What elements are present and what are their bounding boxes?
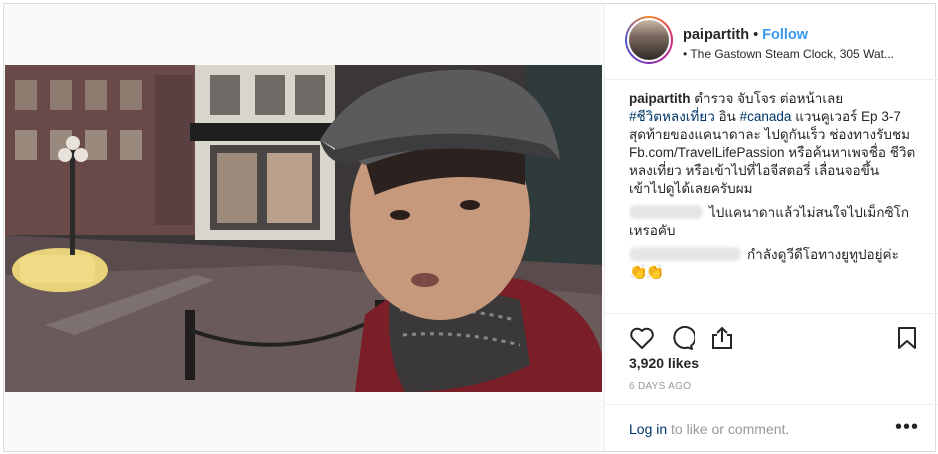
action-bar xyxy=(605,313,938,359)
video-frame xyxy=(5,65,602,392)
likes-count[interactable]: 3,920 likes xyxy=(629,355,699,371)
login-suffix: to like or comment. xyxy=(667,421,790,437)
header-user-line: paipartith • Follow xyxy=(683,27,808,43)
header-username[interactable]: paipartith xyxy=(683,27,749,43)
caption-username[interactable]: paipartith xyxy=(629,91,691,106)
hashtag-link[interactable]: #canada xyxy=(740,109,792,124)
login-link[interactable]: Log in xyxy=(629,421,667,437)
comment-username-redacted[interactable] xyxy=(629,205,703,219)
share-icon[interactable] xyxy=(709,326,735,355)
media-area xyxy=(4,4,604,451)
comment-username-redacted[interactable] xyxy=(629,247,741,261)
comment-text: กำลังดูวีดีโอทางยูทูปอยู่ค่ะ xyxy=(747,247,899,262)
comment-item: กำลังดูวีดีโอทางยูทูปอยู่ค่ะ 👏👏 xyxy=(629,246,917,282)
post-header: paipartith • Follow • The Gastown Steam Cl… xyxy=(605,4,938,80)
caption-text-1: ตำรวจ จับโจร ต่อหน้าเลย xyxy=(690,91,844,106)
caption-text-2: อิน xyxy=(714,109,740,124)
heart-icon[interactable] xyxy=(629,326,655,355)
bookmark-icon[interactable] xyxy=(895,326,919,355)
post-card: paipartith • Follow • The Gastown Steam Cl… xyxy=(3,3,938,452)
caption: paipartith ตำรวจ จับโจร ต่อหน้าเลย #ชีวิ… xyxy=(629,90,917,198)
hashtag-link[interactable]: #ชีวิตหลงเที่ยว xyxy=(629,109,715,124)
follow-button[interactable]: Follow xyxy=(762,27,808,43)
login-prompt: Log in to like or comment. xyxy=(629,421,789,437)
more-options-icon[interactable]: ••• xyxy=(895,417,919,437)
avatar[interactable] xyxy=(625,16,673,64)
post-timestamp[interactable]: 6 days ago xyxy=(629,381,691,392)
post-video[interactable] xyxy=(5,65,602,392)
comments-list[interactable]: paipartith ตำรวจ จับโจร ต่อหน้าเลย #ชีวิ… xyxy=(629,90,917,313)
clap-emoji: 👏👏 xyxy=(629,264,664,281)
comment-item: ไปแคนาดาแล้วไม่สนใจไปเม็กซิโกเหรอคับ xyxy=(629,204,917,240)
post-side-panel: paipartith • Follow • The Gastown Steam Cl… xyxy=(604,4,938,451)
header-separator: • xyxy=(753,27,759,43)
comment-icon[interactable] xyxy=(669,325,697,355)
comment-footer: Log in to like or comment. ••• xyxy=(605,404,938,451)
location-link[interactable]: • The Gastown Steam Clock, 305 Wat... xyxy=(683,47,919,61)
